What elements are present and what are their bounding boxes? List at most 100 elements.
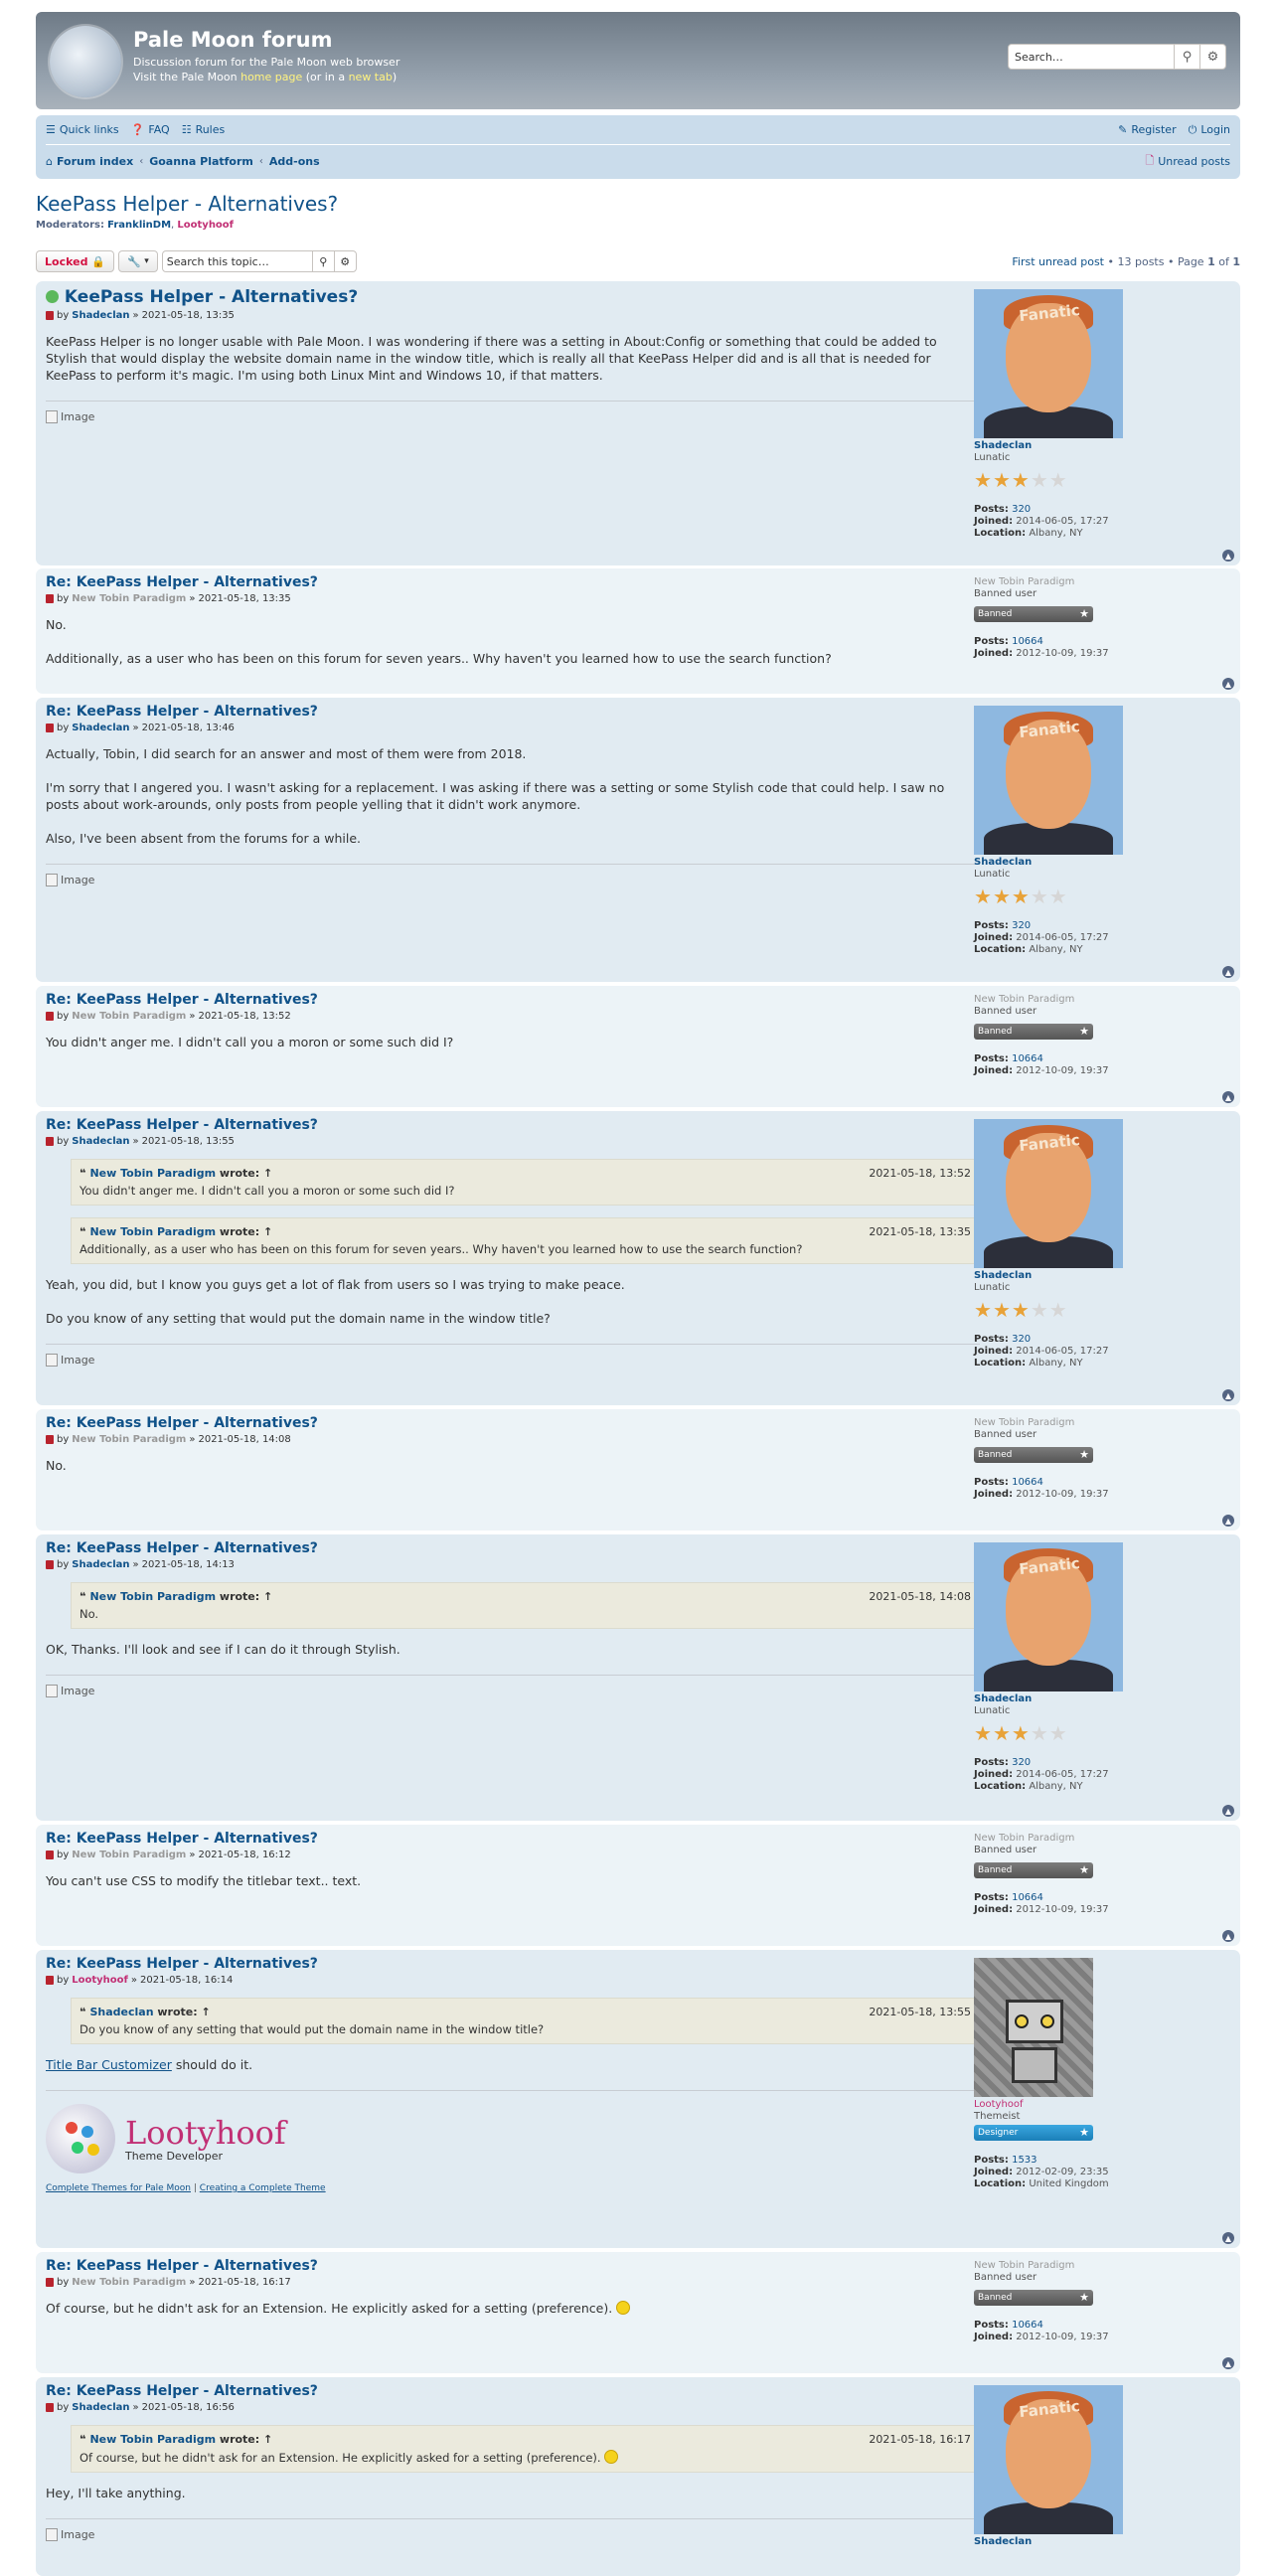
post-icon[interactable] [46, 594, 54, 603]
posts-count[interactable]: 10664 [1012, 2320, 1043, 2331]
post-title[interactable]: Re: KeePass Helper - Alternatives? [46, 1956, 980, 1972]
posts-count[interactable]: 10664 [1012, 636, 1043, 647]
signature-image[interactable]: Image [46, 874, 980, 886]
author-name[interactable]: New Tobin Paradigm [72, 1011, 186, 1022]
quote-jump-icon[interactable]: ↑ [263, 1589, 272, 1604]
author-name[interactable]: New Tobin Paradigm [72, 1850, 186, 1860]
post-title[interactable]: KeePass Helper - Alternatives? [46, 287, 980, 307]
first-unread-link[interactable]: First unread post [1012, 255, 1104, 268]
back-to-top-icon[interactable]: ▲ [1222, 550, 1234, 562]
post-icon[interactable] [46, 1012, 54, 1021]
signature-image[interactable]: Image [46, 1685, 980, 1697]
post-title[interactable]: Re: KeePass Helper - Alternatives? [46, 992, 980, 1008]
author-name[interactable]: New Tobin Paradigm [72, 2277, 186, 2288]
post-icon[interactable] [46, 1137, 54, 1146]
back-to-top-icon[interactable]: ▲ [1222, 1930, 1234, 1942]
profile-username[interactable]: Lootyhoof [974, 2099, 1133, 2111]
login-link[interactable]: ⏻ Login [1189, 123, 1230, 137]
avatar[interactable]: Fanatic [974, 1542, 1123, 1691]
author-name[interactable]: Shadeclan [72, 1559, 129, 1570]
avatar[interactable]: Fanatic [974, 1119, 1123, 1268]
profile-username[interactable]: New Tobin Paradigm [974, 1417, 1133, 1429]
crumb-add-ons[interactable]: Add-ons [269, 155, 320, 168]
advanced-search-gear-icon[interactable]: ⚙ [1199, 45, 1225, 69]
back-to-top-icon[interactable]: ▲ [1222, 966, 1234, 978]
posts-count[interactable]: 10664 [1012, 1892, 1043, 1903]
post-title[interactable]: Re: KeePass Helper - Alternatives? [46, 2258, 980, 2274]
back-to-top-icon[interactable]: ▲ [1222, 678, 1234, 690]
quote-jump-icon[interactable]: ↑ [263, 2432, 272, 2447]
profile-username[interactable]: Shadeclan [974, 1270, 1133, 1282]
crumb-goanna-platform[interactable]: Goanna Platform [149, 155, 253, 168]
back-to-top-icon[interactable]: ▲ [1222, 1515, 1234, 1527]
header-search-input[interactable]: Search… [1009, 45, 1174, 69]
home-page-link[interactable]: home page [240, 71, 302, 83]
author-name[interactable]: Shadeclan [72, 723, 129, 733]
profile-username[interactable]: Shadeclan [974, 1693, 1133, 1705]
quote-author[interactable]: New Tobin Paradigm [89, 1166, 216, 1181]
topic-title[interactable]: KeePass Helper - Alternatives? [36, 192, 1240, 216]
gear-icon[interactable]: ⚙ [333, 251, 356, 271]
author-name[interactable]: Shadeclan [72, 1136, 129, 1147]
back-to-top-icon[interactable]: ▲ [1222, 1389, 1234, 1401]
post-icon[interactable] [46, 724, 54, 732]
quote-author[interactable]: New Tobin Paradigm [89, 1224, 216, 1239]
creating-theme-link[interactable]: Creating a Complete Theme [200, 2183, 326, 2193]
avatar[interactable]: Fanatic [974, 289, 1123, 438]
title-bar-customizer-link[interactable]: Title Bar Customizer [46, 2057, 172, 2072]
back-to-top-icon[interactable]: ▲ [1222, 2232, 1234, 2244]
avatar[interactable] [974, 1958, 1093, 2097]
post-icon[interactable] [46, 1851, 54, 1859]
back-to-top-icon[interactable]: ▲ [1222, 1805, 1234, 1817]
new-tab-link[interactable]: new tab [349, 71, 393, 83]
search-icon[interactable]: ⚲ [311, 251, 334, 271]
signature-image[interactable]: Image [46, 2528, 980, 2541]
back-to-top-icon[interactable]: ▲ [1222, 2357, 1234, 2369]
post-title[interactable]: Re: KeePass Helper - Alternatives? [46, 1540, 980, 1556]
pale-moon-logo[interactable] [50, 26, 121, 97]
post-icon[interactable] [46, 2278, 54, 2287]
faq-link[interactable]: ❓ FAQ [131, 123, 170, 136]
posts-count[interactable]: 320 [1012, 1757, 1031, 1768]
profile-username[interactable]: Shadeclan [974, 857, 1133, 869]
posts-count[interactable]: 320 [1012, 920, 1031, 931]
quote-author[interactable]: Shadeclan [89, 2005, 153, 2019]
profile-username[interactable]: New Tobin Paradigm [974, 994, 1133, 1006]
posts-count[interactable]: 320 [1012, 1334, 1031, 1345]
avatar[interactable]: Fanatic [974, 706, 1123, 855]
locked-button[interactable]: Locked 🔒 [36, 250, 114, 272]
posts-count[interactable]: 10664 [1012, 1053, 1043, 1064]
moderator-franklindm[interactable]: FranklinDM [107, 220, 171, 231]
post-icon[interactable] [46, 311, 54, 320]
site-title[interactable]: Pale Moon forum [133, 28, 333, 52]
back-to-top-icon[interactable]: ▲ [1222, 1091, 1234, 1103]
author-name[interactable]: New Tobin Paradigm [72, 593, 186, 604]
profile-username[interactable]: Shadeclan [974, 440, 1133, 452]
quote-author[interactable]: New Tobin Paradigm [89, 1589, 216, 1604]
topic-tools-button[interactable]: 🔧 ▾ [118, 250, 158, 272]
author-name[interactable]: Lootyhoof [72, 1975, 128, 1986]
register-link[interactable]: ✎ Register [1118, 123, 1177, 137]
signature-image[interactable]: Image [46, 410, 980, 423]
post-title[interactable]: Re: KeePass Helper - Alternatives? [46, 1415, 980, 1431]
crumb-forum-index[interactable]: Forum index [57, 155, 133, 168]
quote-author[interactable]: New Tobin Paradigm [89, 2432, 216, 2447]
quote-jump-icon[interactable]: ↑ [263, 1224, 272, 1239]
post-title[interactable]: Re: KeePass Helper - Alternatives? [46, 1117, 980, 1133]
topic-search-input[interactable]: Search this topic… [163, 251, 312, 271]
rules-link[interactable]: ☷ Rules [182, 123, 226, 136]
avatar[interactable]: Fanatic [974, 2385, 1123, 2534]
author-name[interactable]: Shadeclan [72, 2402, 129, 2413]
posts-count[interactable]: 10664 [1012, 1477, 1043, 1488]
post-title[interactable]: Re: KeePass Helper - Alternatives? [46, 574, 980, 590]
post-icon[interactable] [46, 2403, 54, 2412]
post-title[interactable]: Re: KeePass Helper - Alternatives? [46, 1831, 980, 1847]
post-title[interactable]: Re: KeePass Helper - Alternatives? [46, 2383, 980, 2399]
post-icon[interactable] [46, 1435, 54, 1444]
quote-jump-icon[interactable]: ↑ [263, 1166, 272, 1181]
post-title[interactable]: Re: KeePass Helper - Alternatives? [46, 704, 980, 720]
complete-themes-link[interactable]: Complete Themes for Pale Moon [46, 2183, 191, 2193]
profile-username[interactable]: Shadeclan [974, 2536, 1133, 2548]
posts-count[interactable]: 320 [1012, 504, 1031, 515]
posts-count[interactable]: 1533 [1012, 2155, 1037, 2166]
